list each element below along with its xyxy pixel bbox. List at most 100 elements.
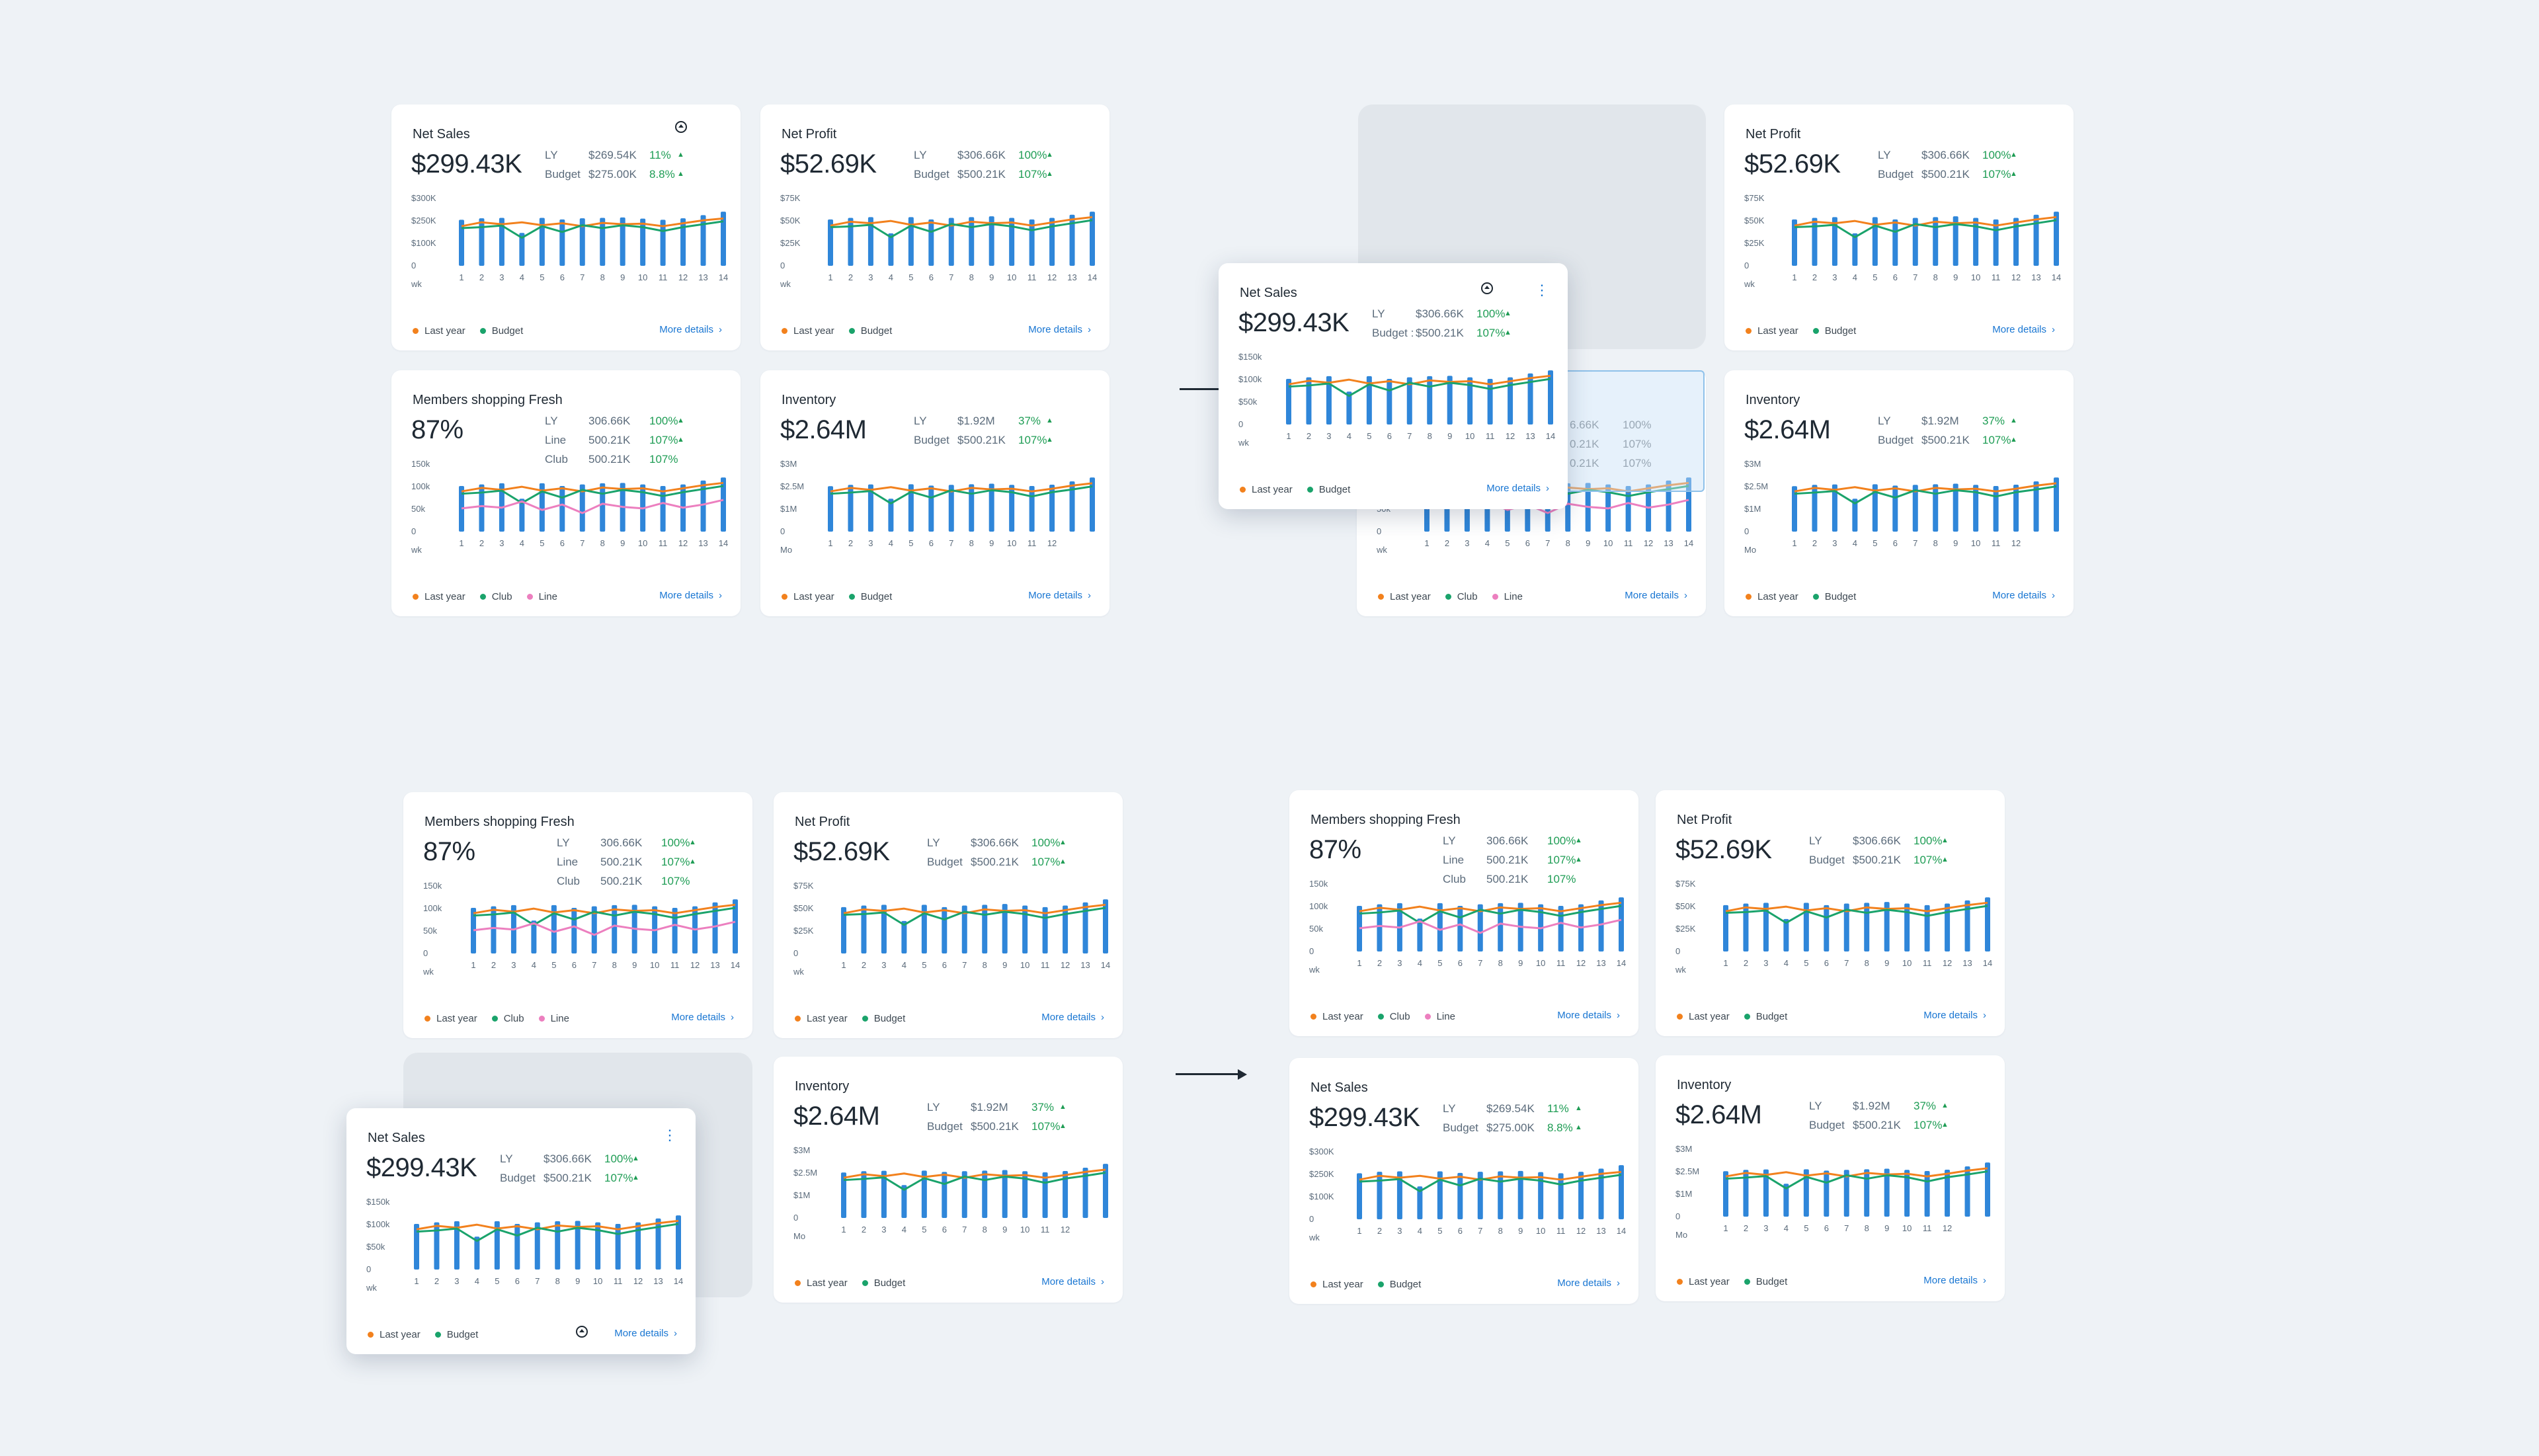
more-details-link[interactable]: More details › <box>1486 483 1549 494</box>
more-details-link[interactable]: More details › <box>659 590 722 601</box>
legend-item-budget: Budget <box>862 1013 905 1024</box>
x-tick-label: 5 <box>551 960 556 970</box>
stat-row: Budget $500.21K 107% ▲ <box>927 1117 1067 1136</box>
chart-bar <box>1904 903 1910 951</box>
more-details-link[interactable]: More details › <box>1923 1010 1986 1021</box>
comparison-stats: LY $306.66K 100% ▲ Budget $500.21K 107% ▲ <box>1809 831 1949 870</box>
kpi-card[interactable]: Net Sales $299.43K LY $269.54K 11% ▲ Budget $27… <box>391 104 741 350</box>
x-tick-label: 4 <box>889 272 893 282</box>
chart-bar <box>1558 905 1564 951</box>
more-details-link[interactable]: More details › <box>1557 1010 1620 1021</box>
more-details-link[interactable]: More details › <box>659 324 722 335</box>
chart-bar <box>2013 218 2019 266</box>
trend-chart: 150k100k50k0wk1234567891011121314 <box>423 881 740 977</box>
kpi-card[interactable]: Inventory $2.64M LY $1.92M 37% ▲ Budget $500.21… <box>1724 370 2074 616</box>
more-details-label: More details <box>1557 1277 1611 1289</box>
x-tick-label: 7 <box>1407 431 1412 441</box>
x-tick-label: 11 <box>614 1276 623 1286</box>
x-tick-label: 1 <box>459 538 463 548</box>
stat-row: LY $306.66K 100% ▲ <box>1878 145 2017 165</box>
chart-bar <box>1945 903 1951 951</box>
x-tick-label: 6 <box>1387 431 1392 441</box>
stat-label: LY <box>914 149 927 161</box>
legend-item-budget: Budget <box>1744 1011 1787 1022</box>
x-tick-label: 9 <box>620 538 625 548</box>
chart-bar <box>1924 1170 1930 1217</box>
trend-chart: $150k$100k$50k0wk1 2 3 4 5 6 7 8 9 10 11 12 13 14 <box>366 1197 683 1293</box>
y-tick-label: $100K <box>411 238 436 248</box>
kpi-card[interactable]: Net Profit $52.69K LY $306.66K 100% ▲ Budget $5… <box>760 104 1109 350</box>
chart-bar <box>848 218 854 266</box>
card-value: $52.69K <box>1744 149 1841 179</box>
ghost-stat-row: 0.21K 107% <box>1570 434 1703 454</box>
chart-legend: Last year Club Line <box>1378 591 1537 602</box>
y-tick-label: 0 <box>1238 419 1243 429</box>
x-tick-label: 8 <box>555 1276 560 1286</box>
x-tick-label: 12 <box>2011 538 2021 548</box>
more-details-link[interactable]: More details › <box>1923 1275 1986 1286</box>
kpi-card[interactable]: Net Sales $299.43K LY $306.66K 100% ▲ Budget :… <box>1219 263 1568 509</box>
legend-dot-icon <box>1492 594 1498 600</box>
kpi-card[interactable]: Net Profit $52.69K LY $306.66K 100% ▲ Budget $5… <box>1656 790 2005 1036</box>
legend-label: Last year <box>1689 1276 1730 1287</box>
y-tick-label: $3M <box>1675 1144 1692 1154</box>
chart-legend: Last year Budget <box>1677 1011 1802 1022</box>
legend-dot-icon <box>1746 328 1752 334</box>
kpi-card[interactable]: Net Sales $299.43K LY $269.54K 11% ▲ Budget $27… <box>1289 1058 1638 1304</box>
more-details-link[interactable]: More details › <box>1992 590 2055 601</box>
card-title: Net Sales <box>368 1131 425 1145</box>
x-tick-label: 8 <box>983 960 987 970</box>
stat-value: $306.66K <box>971 836 1019 849</box>
x-tick-label: 2 <box>848 538 853 548</box>
legend-label: Line <box>550 1013 569 1024</box>
more-details-link[interactable]: More details › <box>1028 590 1091 601</box>
y-tick-label: $25K <box>780 238 801 248</box>
x-tick-label: 4 <box>1418 958 1422 968</box>
chevron-right-icon: › <box>719 590 722 601</box>
more-details-link[interactable]: More details › <box>1557 1277 1620 1289</box>
kpi-card[interactable]: Members shopping Fresh 87% LY 306.66K 100% ▲ L… <box>403 792 752 1038</box>
kpi-card[interactable]: Members shopping Fresh 87% LY 306.66K 100% ▲ L… <box>1289 790 1638 1036</box>
stat-value: $275.00K <box>588 168 637 181</box>
stat-change: 107% <box>649 434 678 446</box>
chart-legend: Last year Budget <box>1310 1279 1435 1290</box>
legend-label: Last year <box>1689 1011 1730 1022</box>
legend-label: Last year <box>1322 1279 1363 1290</box>
kpi-card[interactable]: Inventory $2.64M LY $1.92M 37% ▲ Budget $500.21… <box>1656 1055 2005 1301</box>
more-vertical-icon[interactable]: ⋮ <box>663 1128 677 1143</box>
legend-label: Last year <box>424 325 465 337</box>
kpi-card[interactable]: Net Profit $52.69K LY $306.66K 100% ▲ Budget $5… <box>1724 104 2074 350</box>
chevron-right-icon: › <box>1101 1012 1104 1023</box>
more-details-link[interactable]: More details › <box>1992 324 2055 335</box>
x-tick-label: 6 <box>942 960 947 970</box>
more-vertical-icon[interactable]: ⋮ <box>1535 283 1549 298</box>
x-tick-label: 1 <box>1723 958 1728 968</box>
y-tick-label: $2.5M <box>1744 481 1768 491</box>
x-tick-label: 2 <box>1307 431 1311 441</box>
kpi-card[interactable]: Inventory $2.64M LY $1.92M 37% ▲ Budget $500.21… <box>774 1057 1123 1303</box>
trend-up-icon: ▲ <box>632 1174 639 1182</box>
more-details-link[interactable]: More details › <box>1041 1276 1104 1287</box>
more-details-link[interactable]: More details › <box>614 1328 677 1339</box>
stat-value: $306.66K <box>957 149 1006 161</box>
more-details-link[interactable]: More details › <box>1625 590 1687 601</box>
kpi-card[interactable]: Inventory $2.64M LY $1.92M 37% ▲ Budget $500.21… <box>760 370 1109 616</box>
kpi-card[interactable]: Members shopping Fresh 87% LY 306.66K 100% ▲ L… <box>391 370 741 616</box>
stat-label: LY <box>1878 149 1891 161</box>
legend-label: Budget <box>1318 484 1351 495</box>
x-axis-label: wk <box>1309 965 1320 975</box>
chart-bar <box>969 217 975 266</box>
comparison-stats: LY $306.66K 100% ▲ Budget $500.21K 107% ▲ <box>1878 145 2017 184</box>
chart-bar <box>1498 1171 1504 1219</box>
chart-bar <box>1457 905 1463 951</box>
trend-up-icon: ▲ <box>689 838 696 846</box>
more-details-link[interactable]: More details › <box>1041 1012 1104 1023</box>
x-tick-label: 13 <box>2031 272 2040 282</box>
kpi-card[interactable]: Net Profit $52.69K LY $306.66K 100% ▲ Budget $5… <box>774 792 1123 1038</box>
more-details-link[interactable]: More details › <box>671 1012 734 1023</box>
x-tick-label: 14 <box>1088 272 1097 282</box>
stat-value: 306.66K <box>1486 834 1529 847</box>
x-tick-label: 11 <box>1028 538 1037 548</box>
more-details-link[interactable]: More details › <box>1028 324 1091 335</box>
kpi-card[interactable]: Net Sales $299.43K LY $306.66K 100% ▲ Budget $5… <box>346 1108 696 1354</box>
